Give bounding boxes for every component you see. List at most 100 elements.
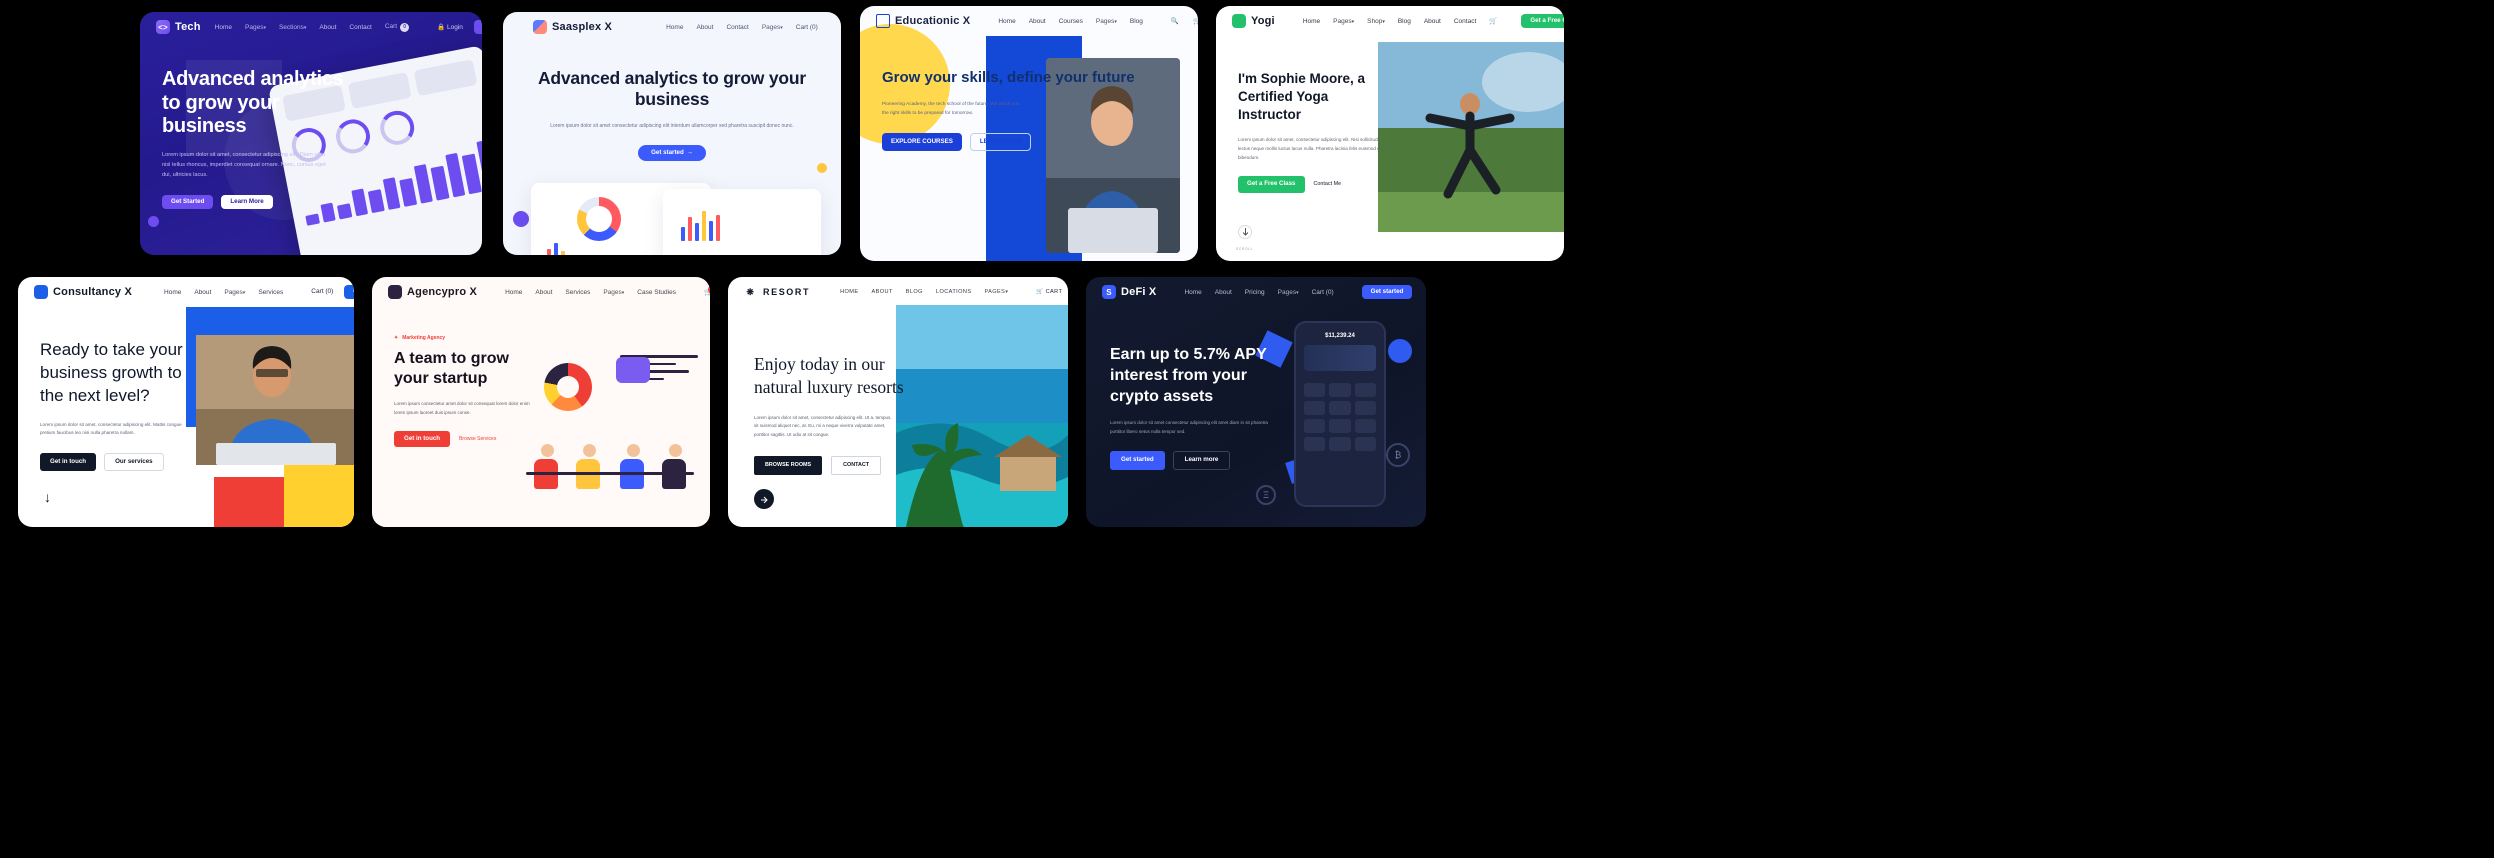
nav-item-pages[interactable]: Pages▾ [224, 289, 245, 296]
scroll-indicator[interactable] [1238, 225, 1252, 239]
template-card-educationic[interactable]: Educationic X Home About Courses Pages▾ … [860, 6, 1198, 261]
nav-item-about[interactable]: About [1029, 18, 1046, 25]
nav-item-case-studies[interactable]: Case Studies [637, 289, 676, 296]
nav-item-blog[interactable]: BLOG [906, 289, 923, 295]
brand-logo[interactable]: Saasplex X [533, 20, 612, 34]
template-card-defi[interactable]: S DeFi X Home About Pricing Pages▾ Cart … [1086, 277, 1426, 527]
brand-name: Saasplex X [552, 21, 613, 33]
brand-logo[interactable]: ❋ RESORT [744, 285, 810, 299]
nav-item-home[interactable]: Home [505, 289, 522, 296]
get-free-class-button[interactable]: Get a Free Class [1521, 13, 1564, 29]
brand-logo[interactable]: Educationic X [876, 14, 970, 28]
navbar: Saasplex X Home About Contact Pages▾ Car… [503, 12, 841, 42]
search-icon[interactable]: 🔍 [1171, 17, 1179, 25]
nav-item-services[interactable]: Services [565, 289, 590, 296]
hero-primary-button[interactable]: BROWSE ROOMS [754, 455, 823, 475]
nav-item-pages[interactable]: Pages▾ [1278, 289, 1299, 296]
login-link[interactable]: 🔒 Login [437, 23, 463, 31]
nav-item-contact[interactable]: Contact [1454, 18, 1476, 25]
nav-item-courses[interactable]: Courses [1059, 18, 1083, 25]
brand-logo[interactable]: S DeFi X [1102, 285, 1156, 299]
hero-cta-group: Get Started Learn More [162, 194, 482, 210]
navbar: Educationic X Home About Courses Pages▾ … [860, 6, 1198, 36]
nav-item-about[interactable]: About [319, 24, 336, 31]
hero-primary-button[interactable]: Get a Free Class [1238, 176, 1305, 193]
nav-item-pricing[interactable]: Pricing [1245, 289, 1265, 296]
book-icon [876, 14, 890, 28]
brand-logo[interactable]: Agencypro X [388, 285, 477, 299]
hero-cta-group: BROWSE ROOMS CONTACT [754, 455, 1068, 475]
nav-item-blog[interactable]: Blog [1130, 18, 1143, 25]
hero-secondary-button[interactable]: CONTACT [831, 455, 882, 475]
nav-item-blog[interactable]: Blog [1398, 18, 1411, 25]
hero-secondary-button[interactable]: Learn more [1172, 451, 1231, 470]
nav-item-home[interactable]: Home [1184, 289, 1201, 296]
template-card-tech[interactable]: <> Tech Home Pages▾ Sections▾ About Cont… [140, 12, 482, 255]
nav-item-home[interactable]: Home [1303, 18, 1320, 25]
hero-primary-button[interactable]: Get in touch [40, 452, 97, 471]
hero-heading: Advanced analytics to grow your business [162, 68, 344, 138]
nav-item-pages[interactable]: Pages▾ [245, 24, 266, 31]
learn-more-button[interactable]: LEARN MORE [969, 132, 1032, 151]
brand-logo[interactable]: <> Tech [156, 20, 201, 34]
cart-count-badge: 0 [708, 284, 710, 294]
hero-subtext: Lorem ipsum consectetur amet dolor sit c… [394, 401, 530, 415]
nav-item-contact[interactable]: Contact [349, 24, 371, 31]
get-in-touch-button[interactable]: Get in touch [344, 284, 354, 300]
scroll-down-icon[interactable]: ↓ [44, 489, 51, 505]
brand-logo[interactable]: Yogi [1232, 14, 1275, 28]
hero-primary-button[interactable]: Get in touch [394, 431, 451, 448]
template-card-resort[interactable]: ❋ RESORT HOME ABOUT BLOG LOCATIONS PAGES… [728, 277, 1068, 527]
template-card-yogi[interactable]: Yogi Home Pages▾ Shop▾ Blog About Contac… [1216, 6, 1564, 261]
scroll-up-button[interactable] [754, 489, 774, 509]
nav-item-cart[interactable]: Cart 0 [385, 22, 410, 32]
nav-item-locations[interactable]: LOCATIONS [936, 289, 972, 295]
nav-item-home[interactable]: Home [215, 24, 232, 31]
nav-item-about[interactable]: About [1424, 18, 1441, 25]
nav-item-pages[interactable]: Pages▾ [1096, 18, 1117, 25]
nav-item-pages[interactable]: Pages▾ [603, 289, 624, 296]
cart-icon[interactable]: 🛒 [1193, 17, 1198, 25]
template-card-saasplex[interactable]: Saasplex X Home About Contact Pages▾ Car… [503, 12, 841, 255]
hero-primary-button[interactable]: Get started → [638, 145, 706, 162]
nav-item-about[interactable]: About [535, 289, 552, 296]
brand-name: RESORT [763, 287, 811, 297]
explore-courses-button[interactable]: EXPLORE COURSES [882, 132, 962, 151]
hero-secondary-link[interactable]: Browse Services [459, 436, 496, 442]
nav-item-services[interactable]: Services [258, 289, 283, 296]
nav-item-about[interactable]: About [696, 24, 713, 31]
brand-name: Educationic X [895, 15, 971, 27]
template-card-consultancy[interactable]: Consultancy X Home About Pages▾ Services… [18, 277, 354, 527]
cart-link[interactable]: 🛒 CART [1036, 289, 1062, 295]
hero-secondary-link[interactable]: Contact Me [1314, 181, 1342, 187]
nav-item-pages[interactable]: Pages▾ [762, 24, 783, 31]
get-started-button[interactable]: Get Started [473, 19, 482, 35]
cart-link[interactable]: Cart (0) [311, 288, 333, 295]
navbar: S DeFi X Home About Pricing Pages▾ Cart … [1086, 277, 1426, 307]
nav-item-home[interactable]: Home [666, 24, 683, 31]
nav-item-sections[interactable]: Sections▾ [279, 24, 306, 31]
nav-item-shop[interactable]: Shop▾ [1367, 18, 1385, 25]
nav-item-home[interactable]: Home [998, 18, 1015, 25]
template-card-agencypro[interactable]: Agencypro X Home About Services Pages▾ C… [372, 277, 710, 527]
nav-item-home[interactable]: HOME [840, 289, 858, 295]
brand-logo[interactable]: Consultancy X [34, 285, 132, 299]
hero-secondary-button[interactable]: Our services [104, 452, 164, 471]
chevron-down-icon: ▾ [1114, 18, 1117, 25]
cart-icon[interactable]: 🛒0 [704, 284, 710, 296]
nav-item-cart[interactable]: Cart (0) [1312, 289, 1334, 296]
nav-item-about[interactable]: About [1215, 289, 1232, 296]
nav-item-pages[interactable]: PAGES▾ [984, 289, 1008, 295]
nav-item-home[interactable]: Home [164, 289, 181, 296]
hero-primary-button[interactable]: Get Started [162, 194, 214, 210]
brand-name: Consultancy X [53, 286, 133, 298]
nav-item-cart[interactable]: Cart (0) [796, 24, 818, 31]
nav-item-about[interactable]: About [194, 289, 211, 296]
hero-secondary-button[interactable]: Learn More [221, 194, 273, 210]
cart-icon[interactable]: 🛒 [1489, 17, 1497, 25]
get-started-button[interactable]: Get started [1361, 284, 1413, 300]
nav-item-pages[interactable]: Pages▾ [1333, 18, 1354, 25]
nav-item-about[interactable]: ABOUT [872, 289, 893, 295]
nav-item-contact[interactable]: Contact [726, 24, 748, 31]
hero-primary-button[interactable]: Get started [1110, 451, 1165, 470]
